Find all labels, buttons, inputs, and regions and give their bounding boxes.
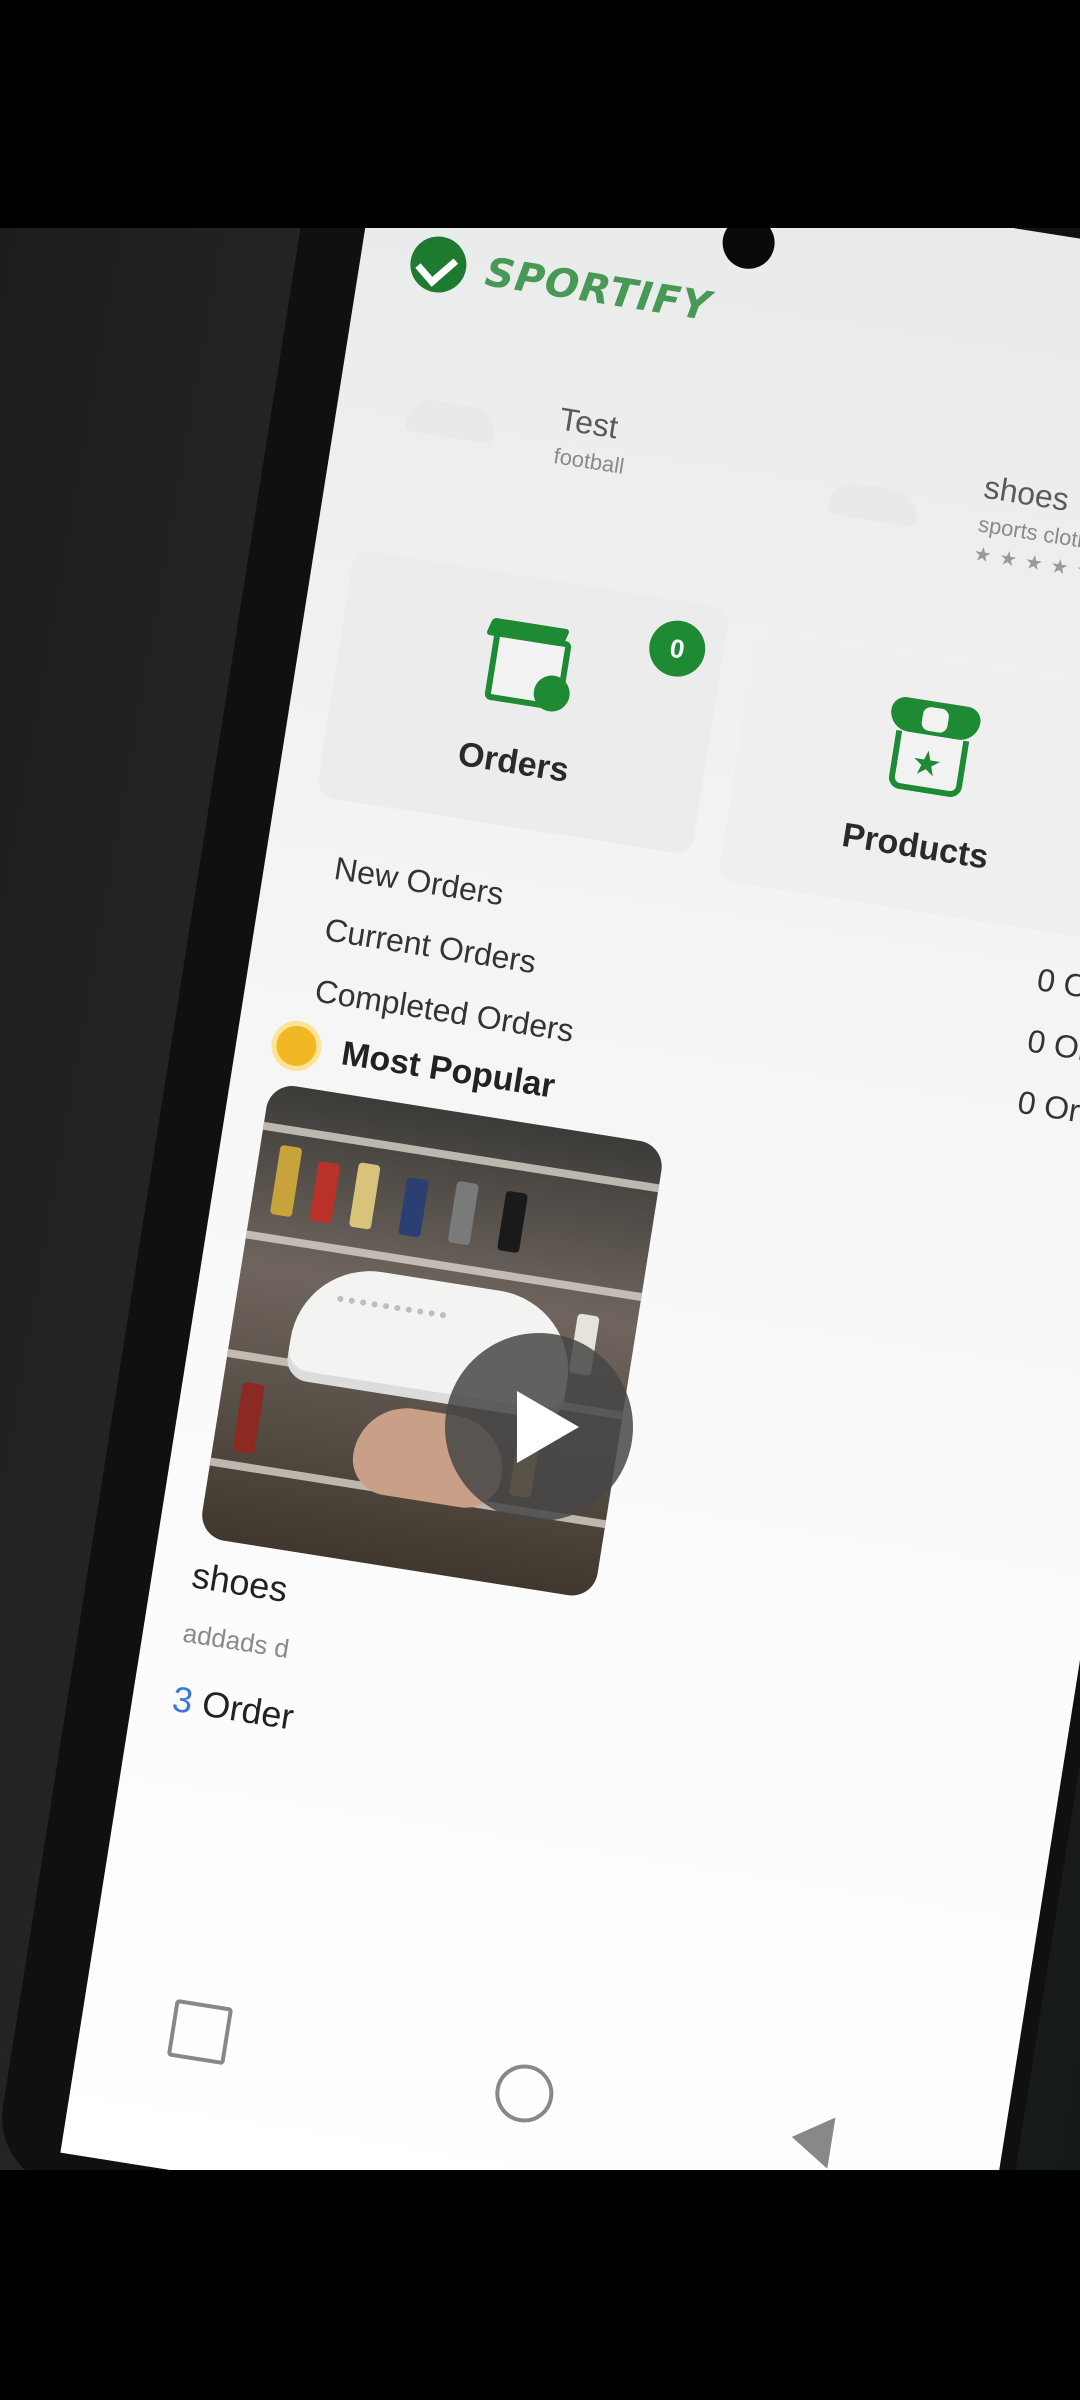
stat-value: 0 Order: [1025, 1022, 1080, 1076]
app-screen: ▲▮ SPORTIFY Test football shoes sports c…: [60, 228, 1080, 2170]
product-image: [198, 1082, 666, 1600]
recent-apps-icon[interactable]: [166, 1998, 234, 2066]
store-card-test[interactable]: Test football: [366, 332, 639, 520]
order-count-unit: Order: [199, 1682, 297, 1738]
medal-icon: [273, 1023, 320, 1069]
video-frame: ▲▮ SPORTIFY Test football shoes sports c…: [0, 228, 1080, 2170]
play-icon[interactable]: [445, 1333, 633, 1521]
home-icon[interactable]: [491, 2060, 558, 2127]
orders-tile[interactable]: 0 Orders: [315, 548, 731, 856]
check-logo-icon: [406, 232, 471, 297]
stat-value: 0 Order: [1015, 1083, 1080, 1137]
shop-icon: ★: [880, 695, 983, 799]
store-thumbnail: [367, 337, 547, 500]
store-thumbnail: [789, 420, 969, 583]
back-icon[interactable]: [787, 2111, 836, 2169]
camera-hole: [718, 228, 779, 273]
orders-label: Orders: [455, 734, 572, 790]
system-nav-bar: [71, 1965, 1008, 2170]
stat-value: 0 Order: [1034, 961, 1080, 1014]
app-name: SPORTIFY: [482, 249, 715, 331]
store-card-shoes[interactable]: shoes sports clothes ★★★★★: [788, 415, 1080, 613]
package-icon: [478, 611, 581, 715]
store-subtitle: football: [552, 442, 627, 479]
status-icons: [579, 228, 670, 232]
app-logo: SPORTIFY: [406, 231, 715, 338]
products-label: Products: [839, 815, 991, 877]
store-title: Test: [557, 400, 621, 445]
order-count-number: 3: [169, 1677, 196, 1722]
products-tile[interactable]: ★ Products: [717, 632, 1080, 940]
stat-label: New Orders: [331, 849, 507, 913]
orders-count-badge: 0: [645, 616, 710, 681]
